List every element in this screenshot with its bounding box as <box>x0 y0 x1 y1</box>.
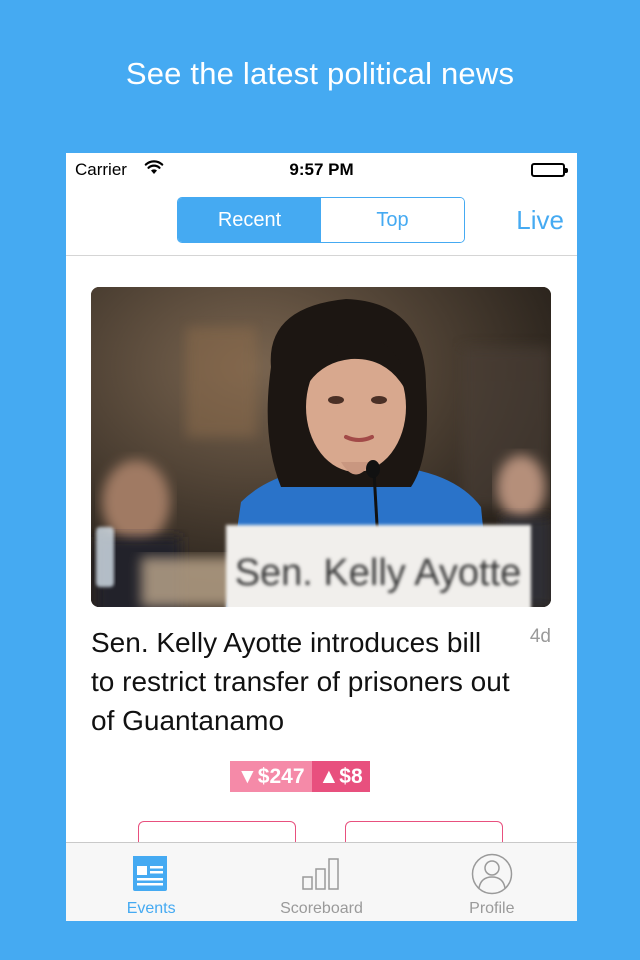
phone-screen: Carrier 9:57 PM Recent Top Live Sen. Kel… <box>66 153 577 921</box>
tab-profile-label: Profile <box>469 900 515 917</box>
segment-top[interactable]: Top <box>321 198 464 242</box>
tab-events-label: Events <box>126 900 176 917</box>
nav-bar: Recent Top Live <box>66 187 577 256</box>
promo-headline: See the latest political news <box>125 56 515 91</box>
segment-recent[interactable]: Recent <box>178 198 321 242</box>
article-age: 4d <box>529 626 551 647</box>
tab-events[interactable]: Events <box>66 843 236 921</box>
price-badges: ▼$247 ▲$8 <box>230 761 370 792</box>
price-down-badge: ▼$247 <box>230 761 312 792</box>
profile-icon <box>471 853 513 895</box>
tab-scoreboard[interactable]: Scoreboard <box>236 843 406 921</box>
events-icon <box>132 853 170 895</box>
article-title[interactable]: Sen. Kelly Ayotte introduces bill to res… <box>91 623 511 740</box>
tab-bar: Events Scoreboard Profile <box>66 842 577 921</box>
status-time: 9:57 PM <box>289 160 354 179</box>
image-placard-text: Sen. Kelly Ayotte <box>235 552 522 594</box>
tab-scoreboard-label: Scoreboard <box>280 900 363 917</box>
live-button[interactable]: Live <box>516 205 564 236</box>
tab-profile[interactable]: Profile <box>407 843 577 921</box>
price-up-badge: ▲$8 <box>311 761 370 792</box>
status-bar: Carrier 9:57 PM <box>66 153 577 187</box>
battery-icon <box>531 163 568 177</box>
article-image[interactable]: Sen. Kelly Ayotte <box>91 287 551 607</box>
feed-segmented-control: Recent Top <box>177 197 465 243</box>
scoreboard-icon <box>301 853 341 895</box>
